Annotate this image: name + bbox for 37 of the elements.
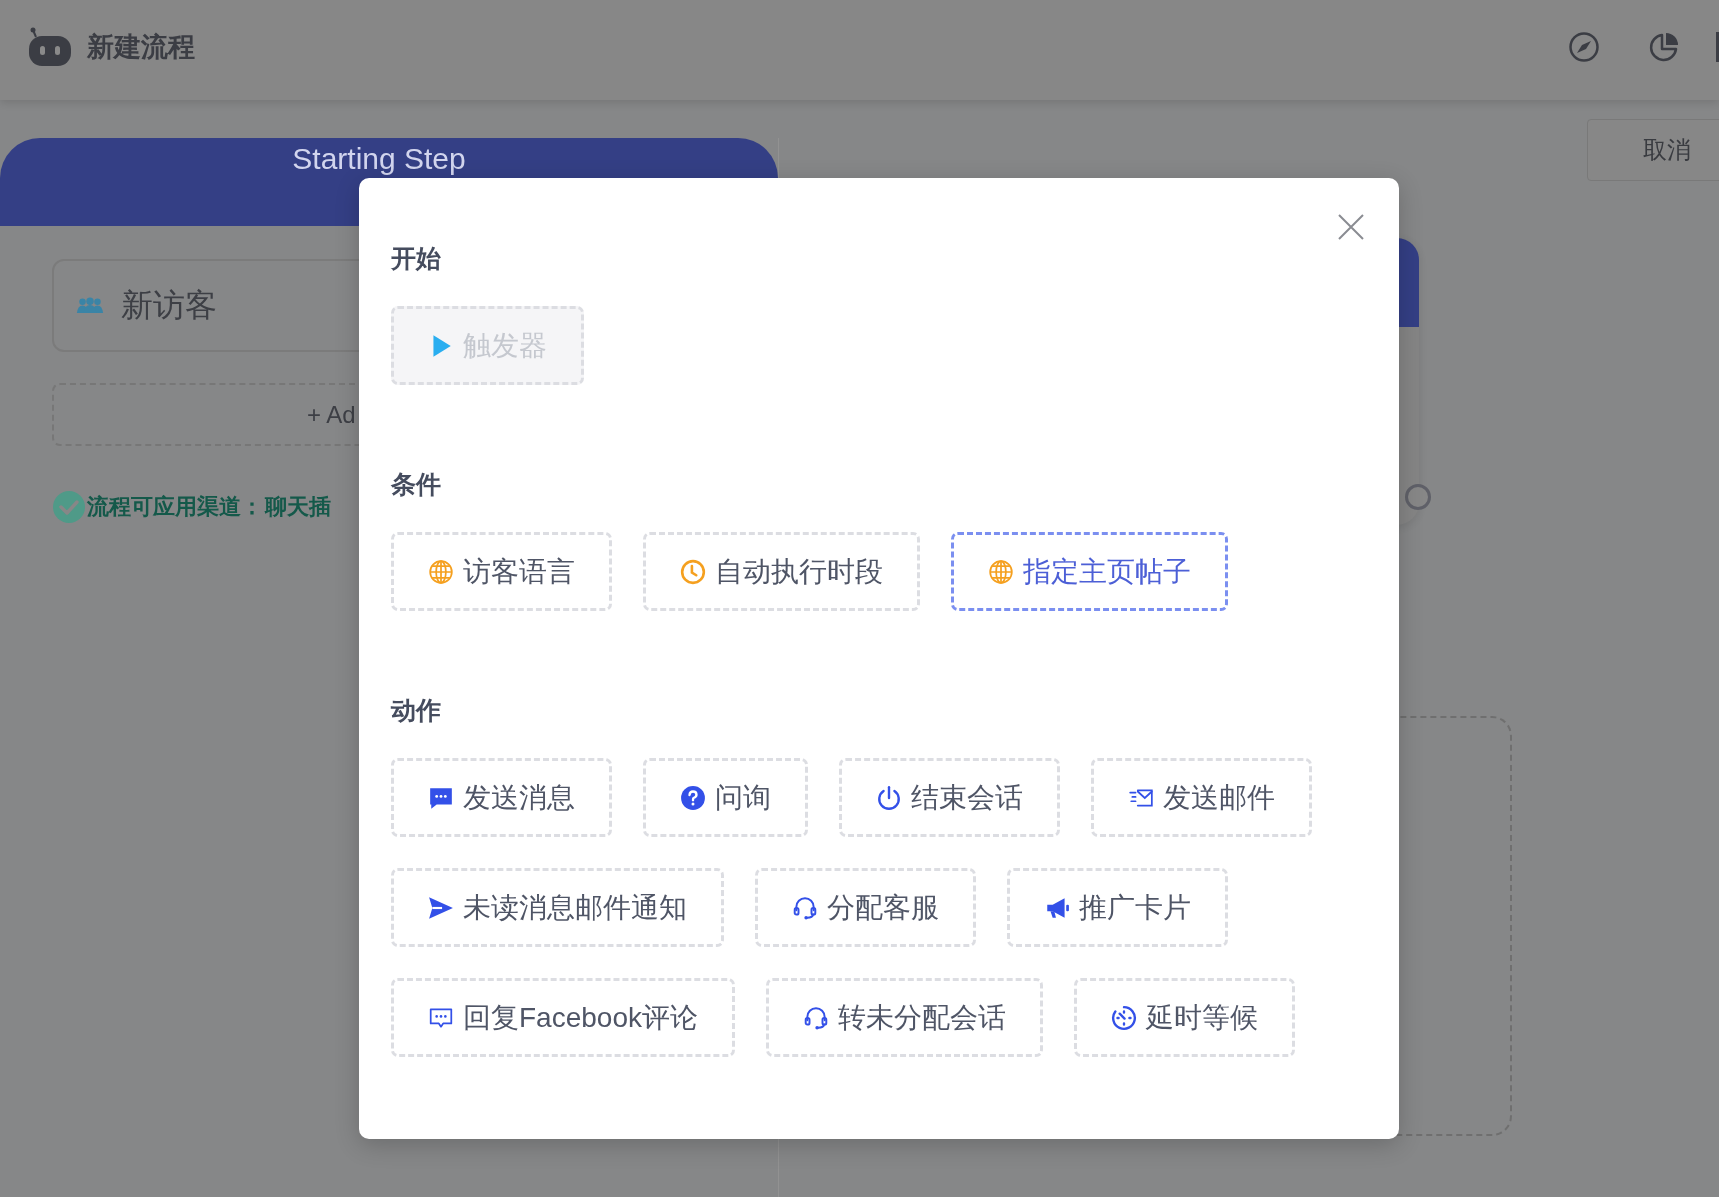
check-circle-icon xyxy=(53,491,85,523)
channels-label: 流程可应用渠道： xyxy=(87,493,263,521)
robot-logo-icon xyxy=(27,27,73,67)
trigger-label: 新访客 xyxy=(121,285,217,325)
step-option[interactable]: 发送邮件 xyxy=(1091,758,1312,837)
channels-value: 聊天插 xyxy=(265,493,331,521)
headset-icon xyxy=(792,894,818,921)
compass-icon[interactable] xyxy=(1568,31,1600,63)
section-title: 动作 xyxy=(391,695,442,726)
send-icon xyxy=(428,894,454,921)
step-option[interactable]: 发送消息 xyxy=(391,758,612,837)
section-title: 开始 xyxy=(391,243,442,274)
step-option[interactable]: 自动执行时段 xyxy=(643,532,920,611)
page-title: 新建流程 xyxy=(87,31,195,64)
section-title: 条件 xyxy=(391,469,442,500)
step-title: Starting Step xyxy=(292,141,466,177)
globe-icon xyxy=(988,558,1014,585)
connector-port[interactable] xyxy=(1405,484,1431,510)
question-icon xyxy=(680,784,706,811)
step-option[interactable]: 结束会话 xyxy=(839,758,1060,837)
step-option[interactable]: 回复Facebook评论 xyxy=(391,978,735,1057)
step-option[interactable]: 转未分配会话 xyxy=(765,978,1043,1057)
pie-chart-icon[interactable] xyxy=(1648,31,1680,63)
globe-icon xyxy=(428,558,454,585)
power-icon xyxy=(876,784,902,811)
step-option[interactable]: 延时等候 xyxy=(1073,978,1295,1057)
clock-icon xyxy=(680,558,706,585)
step-option[interactable]: 推广卡片 xyxy=(1007,868,1228,947)
users-icon xyxy=(76,297,104,314)
step-option[interactable]: 问询 xyxy=(643,758,808,837)
step-option[interactable]: 访客语言 xyxy=(391,532,612,611)
headset-icon xyxy=(802,1004,829,1031)
step-option[interactable]: 分配客服 xyxy=(755,868,976,947)
step-option[interactable]: 指定主页帖子 xyxy=(951,532,1228,611)
step-option[interactable]: 未读消息邮件通知 xyxy=(391,868,724,947)
close-icon[interactable] xyxy=(1338,214,1364,240)
timer-icon xyxy=(1110,1004,1137,1031)
